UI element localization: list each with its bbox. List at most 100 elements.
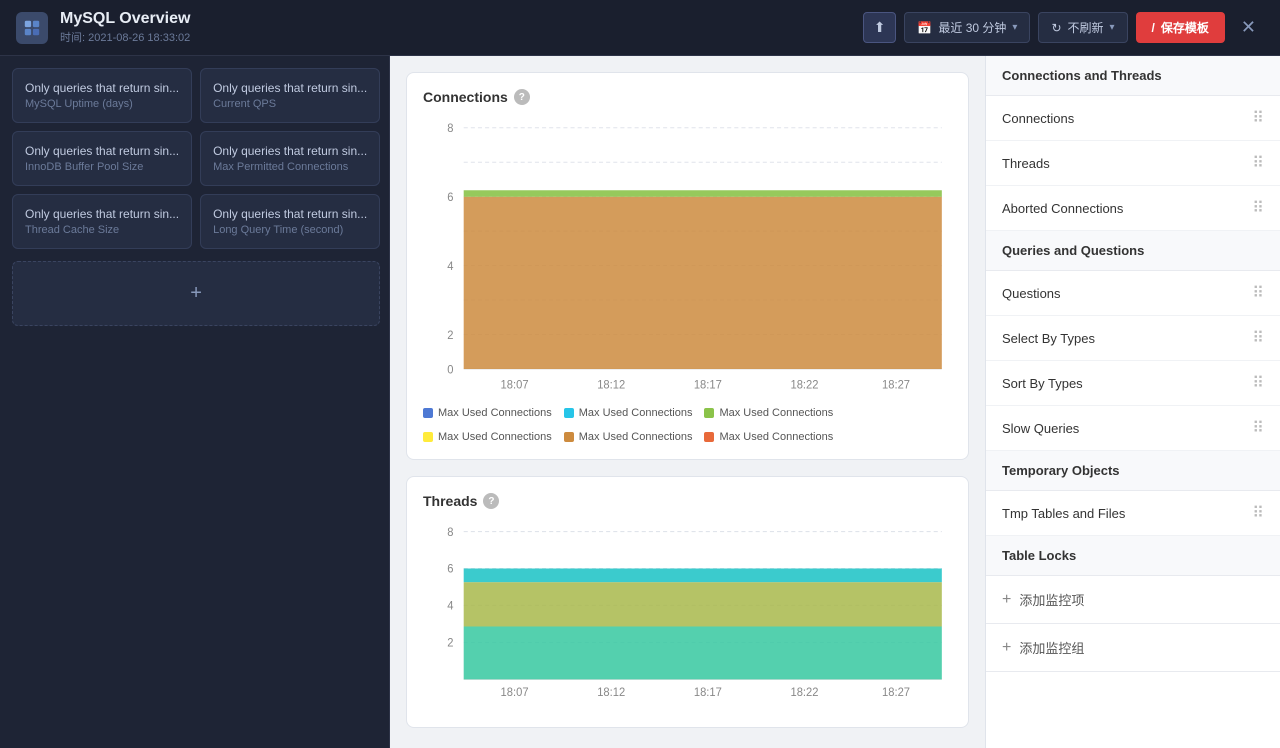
title-block: MySQL Overview 时间: 2021-08-26 18:33:02 — [60, 10, 863, 45]
legend-item-4: Max Used Connections — [564, 431, 693, 443]
svg-text:18:12: 18:12 — [597, 687, 625, 699]
add-monitor-group-button[interactable]: + 添加监控组 — [986, 624, 1280, 672]
sidebar-card-sub-5: Long Query Time (second) — [213, 224, 367, 236]
svg-text:18:07: 18:07 — [501, 687, 529, 699]
sidebar-card-sub-3: Max Permitted Connections — [213, 161, 367, 173]
page-title: MySQL Overview — [60, 10, 863, 28]
refresh-button[interactable]: ↻ 不刷新 ▾ — [1038, 12, 1127, 43]
right-item-select-by-types[interactable]: Select By Types ⠿ — [986, 316, 1280, 361]
right-item-label-select-by-types: Select By Types — [1002, 331, 1095, 346]
legend-color-4 — [564, 432, 574, 442]
sidebar-card-title-0: Only queries that return sin... — [25, 81, 179, 95]
sidebar-card-sub-2: InnoDB Buffer Pool Size — [25, 161, 179, 173]
chevron-down-icon-2: ▾ — [1110, 22, 1115, 33]
sidebar-card-title-4: Only queries that return sin... — [25, 207, 179, 221]
svg-text:2: 2 — [447, 637, 453, 649]
sidebar-card-5[interactable]: Only queries that return sin... Long Que… — [200, 194, 380, 249]
plus-icon: + — [190, 282, 202, 305]
legend-item-3: Max Used Connections — [423, 431, 552, 443]
add-monitor-label: 添加监控项 — [1019, 590, 1084, 609]
legend-item-1: Max Used Connections — [564, 407, 693, 419]
right-item-label-threads: Threads — [1002, 156, 1050, 171]
right-item-tmp-tables[interactable]: Tmp Tables and Files ⠿ — [986, 491, 1280, 536]
right-section-header-0: Connections and Threads — [986, 56, 1280, 96]
right-item-connections[interactable]: Connections ⠿ — [986, 96, 1280, 141]
sidebar-card-sub-1: Current QPS — [213, 98, 367, 110]
legend-color-3 — [423, 432, 433, 442]
add-group-label: 添加监控组 — [1019, 638, 1084, 657]
svg-text:18:22: 18:22 — [790, 687, 818, 699]
svg-text:6: 6 — [447, 192, 453, 204]
add-panel-button[interactable]: + — [12, 261, 380, 326]
right-item-threads[interactable]: Threads ⠿ — [986, 141, 1280, 186]
sidebar-card-sub-0: MySQL Uptime (days) — [25, 98, 179, 110]
threads-chart-card: Threads ? 8 6 4 2 — [406, 476, 969, 728]
connections-legend: Max Used Connections Max Used Connection… — [423, 407, 952, 443]
legend-label-2: Max Used Connections — [719, 407, 833, 419]
right-section-header-3: Table Locks — [986, 536, 1280, 576]
svg-text:8: 8 — [447, 123, 453, 135]
drag-icon-threads[interactable]: ⠿ — [1252, 153, 1264, 173]
svg-text:18:27: 18:27 — [882, 379, 910, 391]
refresh-icon: ↻ — [1051, 21, 1061, 35]
chevron-down-icon: ▾ — [1012, 22, 1017, 33]
svg-text:0: 0 — [447, 364, 453, 376]
drag-icon-aborted[interactable]: ⠿ — [1252, 198, 1264, 218]
legend-color-2 — [704, 408, 714, 418]
connections-info-icon[interactable]: ? — [514, 89, 530, 105]
svg-text:4: 4 — [447, 261, 454, 273]
drag-icon-tmp-tables[interactable]: ⠿ — [1252, 503, 1264, 523]
drag-icon-sort-by-types[interactable]: ⠿ — [1252, 373, 1264, 393]
drag-icon-select-by-types[interactable]: ⠿ — [1252, 328, 1264, 348]
right-item-label-tmp-tables: Tmp Tables and Files — [1002, 506, 1125, 521]
drag-icon-connections[interactable]: ⠿ — [1252, 108, 1264, 128]
sidebar-card-2[interactable]: Only queries that return sin... InnoDB B… — [12, 131, 192, 186]
legend-label-0: Max Used Connections — [438, 407, 552, 419]
right-item-sort-by-types[interactable]: Sort By Types ⠿ — [986, 361, 1280, 406]
drag-icon-slow-queries[interactable]: ⠿ — [1252, 418, 1264, 438]
right-item-label-sort-by-types: Sort By Types — [1002, 376, 1083, 391]
center-content: Connections ? 8 6 4 — [390, 56, 985, 748]
right-item-questions[interactable]: Questions ⠿ — [986, 271, 1280, 316]
sidebar-card-0[interactable]: Only queries that return sin... MySQL Up… — [12, 68, 192, 123]
threads-chart-title: Threads ? — [423, 493, 952, 509]
calendar-icon: 📅 — [917, 21, 932, 35]
sidebar-card-title-1: Only queries that return sin... — [213, 81, 367, 95]
svg-text:18:27: 18:27 — [882, 687, 910, 699]
slash-icon: / — [1152, 21, 1155, 35]
time-range-button[interactable]: 📅 最近 30 分钟 ▾ — [904, 12, 1030, 43]
right-item-label-slow-queries: Slow Queries — [1002, 421, 1079, 436]
legend-item-2: Max Used Connections — [704, 407, 833, 419]
close-button[interactable]: ✕ — [1233, 13, 1264, 42]
svg-text:18:17: 18:17 — [694, 687, 722, 699]
save-template-button[interactable]: / 保存模板 — [1136, 12, 1225, 43]
drag-icon-questions[interactable]: ⠿ — [1252, 283, 1264, 303]
svg-text:18:17: 18:17 — [694, 379, 722, 391]
legend-label-5: Max Used Connections — [719, 431, 833, 443]
sidebar-card-1[interactable]: Only queries that return sin... Current … — [200, 68, 380, 123]
svg-text:18:22: 18:22 — [790, 379, 818, 391]
legend-color-0 — [423, 408, 433, 418]
legend-label-4: Max Used Connections — [579, 431, 693, 443]
right-item-label-questions: Questions — [1002, 286, 1061, 301]
add-monitor-item-button[interactable]: + 添加监控项 — [986, 576, 1280, 624]
sidebar-card-title-2: Only queries that return sin... — [25, 144, 179, 158]
sidebar-card-3[interactable]: Only queries that return sin... Max Perm… — [200, 131, 380, 186]
sidebar-card-4[interactable]: Only queries that return sin... Thread C… — [12, 194, 192, 249]
legend-label-1: Max Used Connections — [579, 407, 693, 419]
sidebar-card-grid: Only queries that return sin... MySQL Up… — [12, 68, 377, 326]
connections-svg: 8 6 4 2 0 18:07 18:12 18:17 18:22 — [423, 117, 952, 397]
connections-chart-area: 8 6 4 2 0 18:07 18:12 18:17 18:22 — [423, 117, 952, 397]
threads-info-icon[interactable]: ? — [483, 493, 499, 509]
svg-text:8: 8 — [447, 527, 453, 539]
right-item-aborted[interactable]: Aborted Connections ⠿ — [986, 186, 1280, 231]
refresh-label: 不刷新 — [1068, 19, 1104, 36]
right-item-label-connections: Connections — [1002, 111, 1074, 126]
save-label: 保存模板 — [1161, 19, 1209, 36]
share-button[interactable]: ⬆ — [863, 12, 897, 43]
svg-text:4: 4 — [447, 601, 453, 613]
left-sidebar: Only queries that return sin... MySQL Up… — [0, 56, 390, 748]
right-item-slow-queries[interactable]: Slow Queries ⠿ — [986, 406, 1280, 451]
legend-item-5: Max Used Connections — [704, 431, 833, 443]
time-range-label: 最近 30 分钟 — [938, 19, 1006, 36]
